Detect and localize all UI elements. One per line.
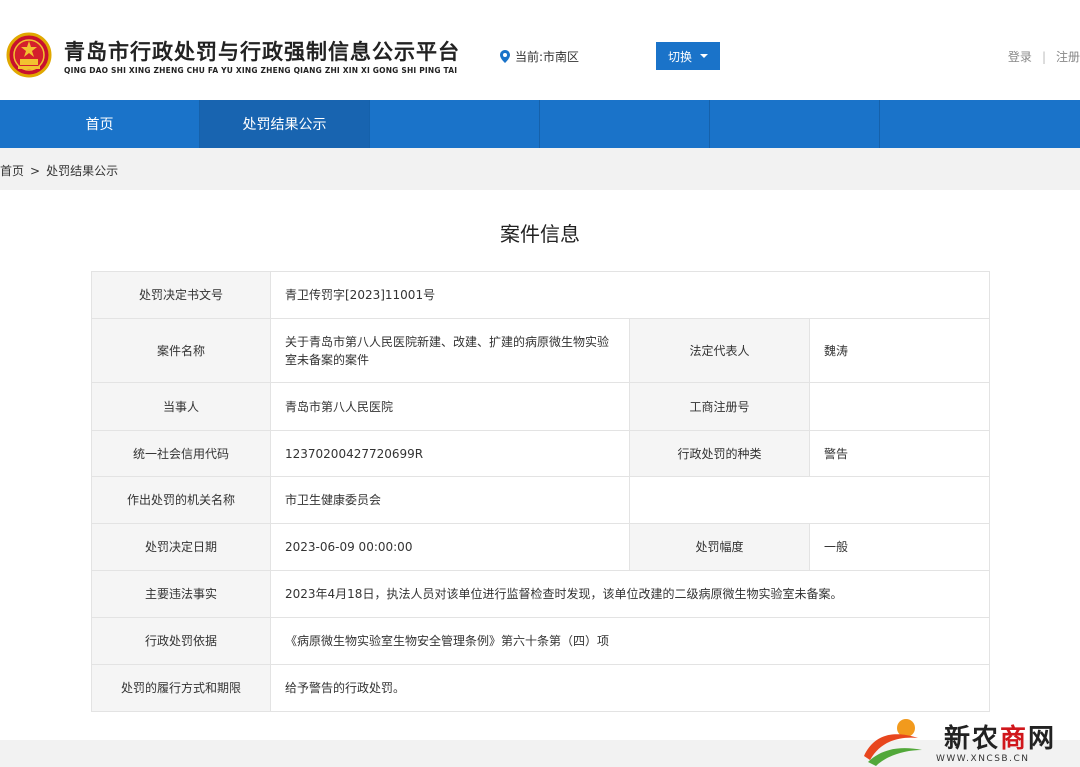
- nav-item-4[interactable]: [540, 100, 710, 148]
- auth-separator: |: [1041, 50, 1046, 64]
- table-row: 处罚的履行方式和期限 给予警告的行政处罚。: [91, 664, 991, 712]
- watermark-name: 新农商网: [944, 718, 1056, 755]
- penalty-type-label: 行政处罚的种类: [629, 430, 810, 477]
- legal-rep-value: 魏涛: [808, 318, 991, 383]
- watermark-name-b: 商: [1000, 724, 1029, 754]
- range-value: 一般: [808, 523, 991, 571]
- credit-code-value: 12370200427720699R: [270, 430, 630, 477]
- location-pin-icon: [500, 50, 510, 63]
- doc-no-label: 处罚决定书文号: [91, 271, 271, 319]
- authority-label: 作出处罚的机关名称: [91, 476, 271, 524]
- register-link[interactable]: 注册: [1056, 50, 1080, 64]
- site-title: 青岛市行政处罚与行政强制信息公示平台: [64, 40, 460, 64]
- basis-value: 《病原微生物实验室生物安全管理条例》第六十条第（四）项: [269, 617, 991, 665]
- main-nav: 首页 处罚结果公示: [0, 100, 1080, 148]
- nav-item-6[interactable]: [880, 100, 1050, 148]
- table-row: 行政处罚依据 《病原微生物实验室生物安全管理条例》第六十条第（四）项: [91, 617, 991, 665]
- site-header: 青岛市行政处罚与行政强制信息公示平台 QING DAO SHI XING ZHE…: [0, 0, 1080, 100]
- watermark-name-a: 新农: [944, 724, 1001, 754]
- legal-rep-label: 法定代表人: [629, 318, 810, 383]
- table-row: 处罚决定日期 2023-06-09 00:00:00 处罚幅度 一般: [91, 523, 991, 571]
- date-label: 处罚决定日期: [91, 523, 271, 571]
- location-text: 当前:市南区: [515, 50, 580, 64]
- empty-cell: [628, 476, 991, 524]
- breadcrumb-current[interactable]: 处罚结果公示: [46, 164, 118, 178]
- table-row: 统一社会信用代码 12370200427720699R 行政处罚的种类 警告: [91, 430, 991, 477]
- breadcrumb-home[interactable]: 首页: [0, 164, 24, 178]
- basis-label: 行政处罚依据: [91, 617, 271, 665]
- national-emblem-icon: [6, 32, 52, 78]
- watermark-name-c: 网: [1028, 724, 1057, 754]
- facts-label: 主要违法事实: [91, 570, 271, 618]
- biz-reg-value: [808, 382, 991, 431]
- case-name-value: 关于青岛市第八人民医院新建、改建、扩建的病原微生物实验室未备案的案件: [270, 318, 630, 383]
- watermark-url: WWW.XNCSB.CN: [936, 754, 1030, 764]
- party-value: 青岛市第八人民医院: [270, 382, 630, 431]
- nav-item-penalty-results[interactable]: 处罚结果公示: [200, 100, 370, 148]
- method-value: 给予警告的行政处罚。: [269, 664, 991, 712]
- nav-item-5[interactable]: [710, 100, 880, 148]
- table-row: 主要违法事实 2023年4月18日，执法人员对该单位进行监督检查时发现，该单位改…: [91, 570, 991, 618]
- chevron-down-icon: [700, 54, 708, 58]
- breadcrumb: 首页 > 处罚结果公示: [0, 162, 118, 179]
- login-link[interactable]: 登录: [1008, 50, 1032, 64]
- watermark-logo-icon: [864, 719, 922, 766]
- method-label: 处罚的履行方式和期限: [91, 664, 271, 712]
- case-name-label: 案件名称: [91, 318, 271, 383]
- nav-item-home[interactable]: 首页: [0, 100, 200, 148]
- auth-links: 登录 | 注册: [1008, 48, 1080, 65]
- authority-value: 市卫生健康委员会: [270, 476, 630, 524]
- switch-label: 切换: [667, 49, 692, 64]
- table-row: 当事人 青岛市第八人民医院 工商注册号: [91, 382, 991, 431]
- facts-value: 2023年4月18日，执法人员对该单位进行监督检查时发现，该单位改建的二级病原微…: [269, 570, 991, 618]
- breadcrumb-separator: >: [30, 164, 41, 178]
- switch-region-button[interactable]: 切换: [656, 42, 720, 70]
- credit-code-label: 统一社会信用代码: [91, 430, 271, 477]
- doc-no-value: 青卫传罚字[2023]11001号: [269, 271, 991, 319]
- site-title-pinyin: QING DAO SHI XING ZHENG CHU FA YU XING Z…: [64, 66, 458, 75]
- current-location: 当前:市南区: [500, 48, 579, 65]
- party-label: 当事人: [91, 382, 271, 431]
- page-title: 案件信息: [500, 222, 580, 246]
- case-info-panel: 案件信息 处罚决定书文号 青卫传罚字[2023]11001号 案件名称 关于青岛…: [0, 190, 1080, 740]
- case-info-table: 处罚决定书文号 青卫传罚字[2023]11001号 案件名称 关于青岛市第八人民…: [91, 271, 991, 712]
- table-row: 作出处罚的机关名称 市卫生健康委员会: [91, 476, 991, 524]
- biz-reg-label: 工商注册号: [629, 382, 810, 431]
- date-value: 2023-06-09 00:00:00: [270, 523, 630, 571]
- nav-item-3[interactable]: [370, 100, 540, 148]
- table-row: 案件名称 关于青岛市第八人民医院新建、改建、扩建的病原微生物实验室未备案的案件 …: [91, 318, 991, 383]
- table-row: 处罚决定书文号 青卫传罚字[2023]11001号: [91, 271, 991, 319]
- penalty-type-value: 警告: [808, 430, 991, 477]
- range-label: 处罚幅度: [629, 523, 810, 571]
- site-watermark: 新农商网 WWW.XNCSB.CN: [856, 712, 1080, 767]
